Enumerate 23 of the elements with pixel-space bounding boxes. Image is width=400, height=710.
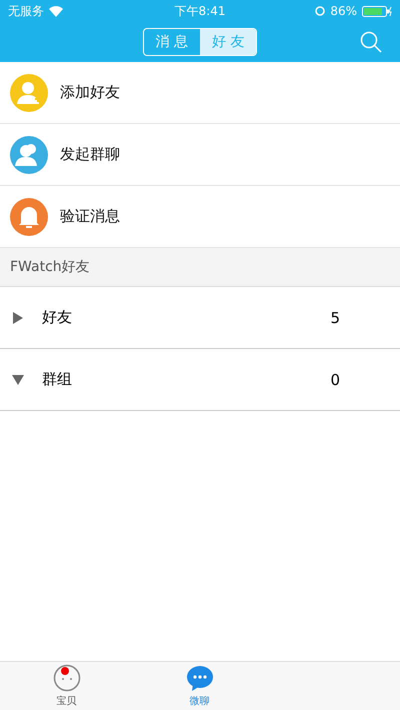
tab-bar-item[interactable]: 宝贝 (0, 662, 133, 710)
battery-icon (362, 6, 392, 16)
carrier-text: 无服务 (8, 2, 44, 20)
group-count: 0 (330, 370, 340, 388)
action-row[interactable]: 添加好友 (0, 62, 400, 124)
action-label: 验证消息 (60, 207, 120, 226)
group-count: 5 (330, 308, 340, 326)
search-icon[interactable] (360, 31, 382, 53)
tab-bar-item[interactable]: 微聊 (133, 662, 266, 710)
group-row[interactable]: 好友 5 (0, 287, 400, 349)
chat-icon (186, 664, 214, 692)
group-row[interactable]: 群组 0 (0, 349, 400, 411)
battery-text: 86% (330, 4, 357, 18)
group-name: 好友 (42, 308, 73, 327)
face-icon (52, 664, 80, 692)
wifi-icon (49, 6, 63, 16)
action-label: 添加好友 (60, 83, 120, 102)
action-label: 发起群聊 (60, 145, 120, 164)
section-title: FWatch好友 (10, 258, 90, 276)
lock-rotation-icon (315, 6, 326, 16)
action-row[interactable]: 发起群聊 (0, 124, 400, 186)
group-name: 群组 (42, 370, 73, 389)
time-text: 下午8:41 (174, 2, 226, 20)
